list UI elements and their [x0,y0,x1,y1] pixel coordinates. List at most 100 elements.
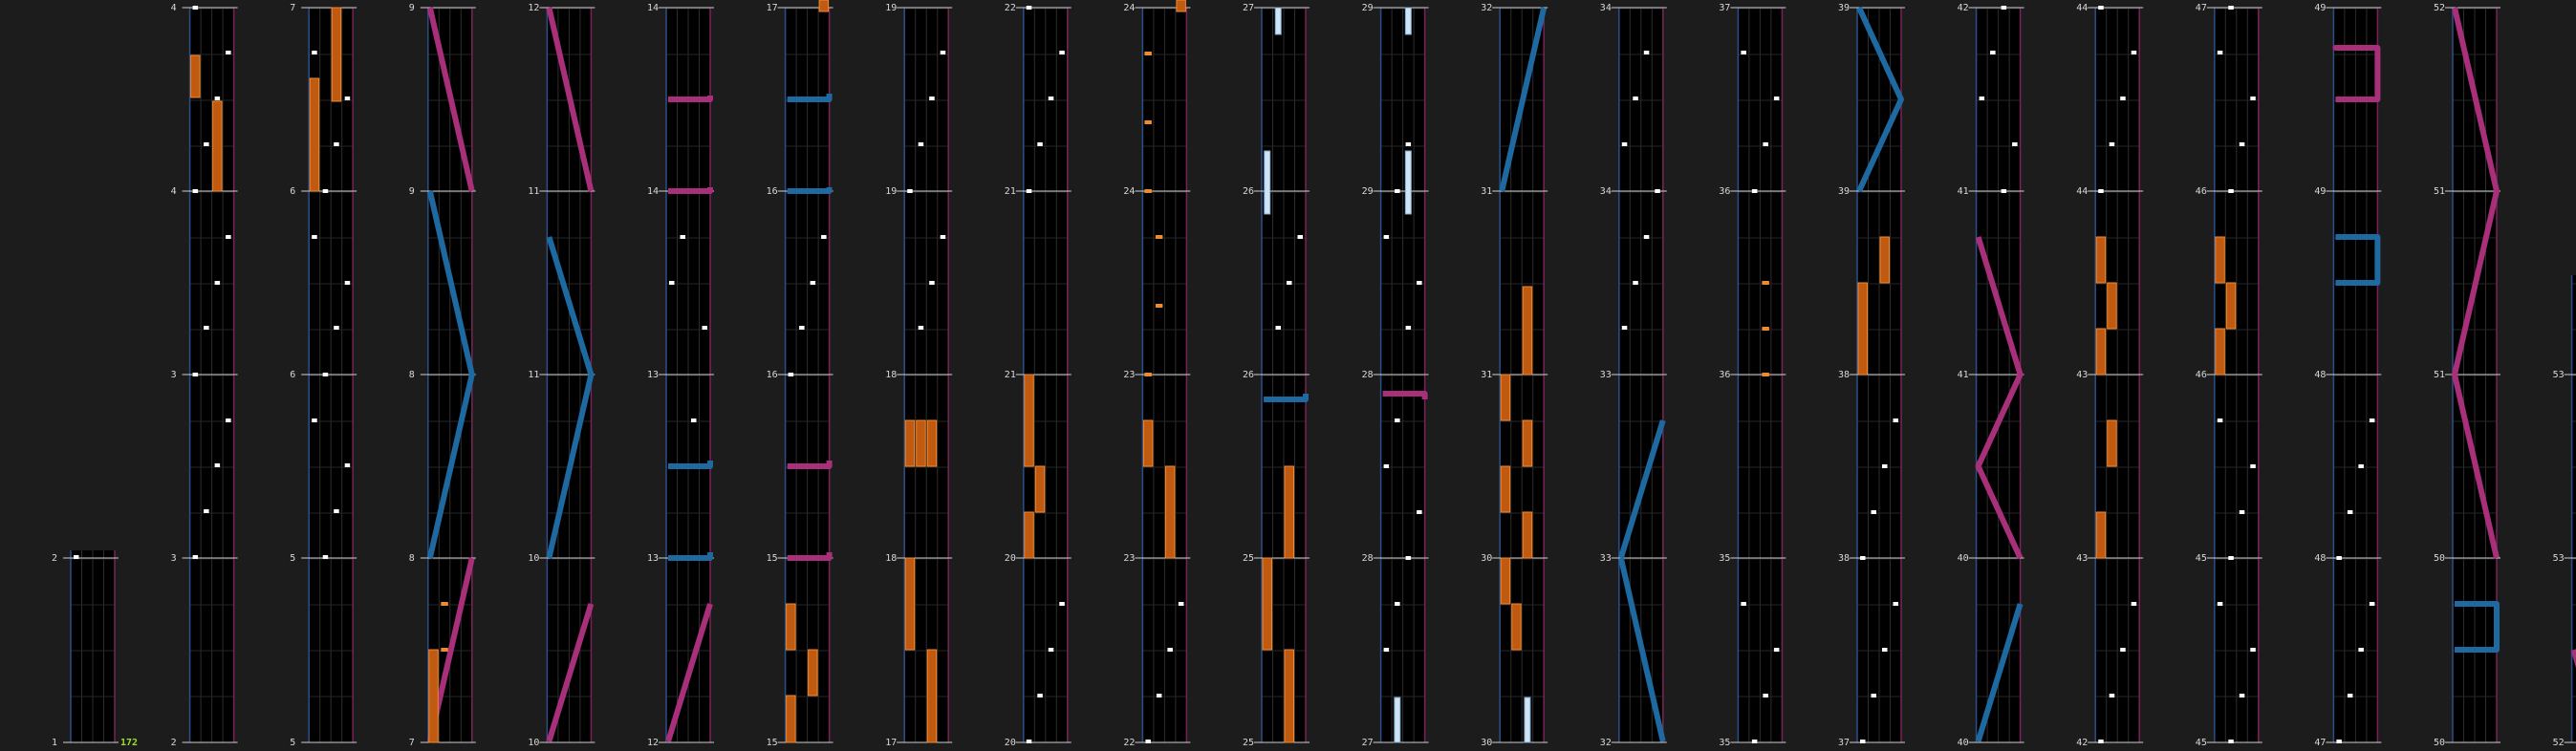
tap-note [1643,51,1650,54]
hold-note [2225,282,2237,330]
measure-number: 41 [1958,370,1969,380]
tap-note [2369,602,2375,606]
tap-note [1037,694,1043,697]
tap-note [334,326,339,330]
measure-number: 25 [1243,738,1254,748]
tap-note [1893,602,1898,606]
tap-note [1417,510,1422,514]
hold-note [2095,236,2107,284]
tap-note [2131,51,2137,54]
measure-number: 7 [409,738,415,748]
tap-note [1979,97,1985,100]
ex-note [1404,7,1412,35]
tap-note [788,373,794,376]
tap-note [1405,142,1412,146]
measure-number: 10 [528,738,539,748]
tap-note [322,189,329,193]
tap-note [1860,556,1866,560]
tap-note [1633,97,1638,100]
hold-note [904,557,916,651]
tap-note [1417,281,1422,285]
measure-number: 49 [2314,186,2326,197]
measure-number: 27 [1362,738,1374,748]
tap-note [226,418,231,422]
tap-note [2228,6,2234,10]
measure-number: 37 [1838,738,1850,748]
hold-note [1857,282,1868,376]
hold-note [331,7,342,102]
measure-number: 9 [409,186,415,197]
measure-number: 45 [2196,738,2207,748]
measure-number: 20 [1005,738,1016,748]
hold-head [1762,373,1769,376]
tap-note [1026,6,1032,10]
hold-note [2107,282,2117,330]
measure-number: 8 [409,370,415,380]
tap-note [2098,6,2104,10]
measure-number: 5 [290,553,295,564]
tap-note [204,142,209,146]
tap-note [214,463,221,467]
tap-note [2217,51,2223,54]
measure-number: 34 [1600,3,1612,13]
tap-note [344,463,351,467]
measure-number: 14 [647,186,659,197]
hold-note [1024,374,1034,467]
measure-number: 12 [647,738,659,748]
tap-note [334,142,339,146]
measure-number: 38 [1838,553,1850,564]
hold-note [786,695,796,743]
hold-head [1144,120,1152,124]
hold-head [1155,235,1163,239]
measure-number: 24 [1123,3,1135,13]
measure-number: 44 [2076,3,2088,13]
tap-note [1167,648,1173,652]
hold-note [1024,511,1034,559]
hold-note [1500,557,1511,605]
tap-note [1751,740,1758,743]
measure-number: 31 [1481,370,1492,380]
measure-number: 8 [409,553,415,564]
measure-number: 20 [1005,553,1016,564]
tap-note [2109,142,2115,146]
hold-note [2215,236,2225,284]
measure-number: 30 [1481,738,1492,748]
tap-note [1763,142,1768,146]
measure-number: 47 [2196,3,2207,13]
tap-note [192,189,199,193]
tap-note [2098,740,2104,743]
tap-note [2239,694,2245,697]
tap-note [702,326,707,330]
tap-note [214,281,221,285]
measure-number: 44 [2076,186,2088,197]
hold-note [1511,603,1522,651]
tap-note [2098,189,2104,193]
tap-note [1860,740,1866,743]
hold-head [1762,327,1769,331]
hold-note [1500,465,1511,513]
hold-head [441,602,448,606]
measure-number: 39 [1838,3,1850,13]
tap-note [192,6,199,10]
tap-note [2250,97,2256,100]
measure-number: 29 [1362,186,1374,197]
measure-number: 48 [2314,553,2326,564]
hold-head [1144,189,1152,193]
measure-number: 50 [2434,738,2445,748]
measure-number: 23 [1123,553,1135,564]
measure-number: 46 [2196,186,2207,197]
tap-note [1059,51,1065,54]
measure-number: 23 [1123,370,1135,380]
tap-note [2001,6,2007,10]
hold-note [1034,465,1046,513]
measure-number: 11 [528,186,539,197]
tap-note [1048,648,1054,652]
measure-number: 30 [1481,553,1492,564]
hold-note [428,649,439,743]
tap-note [1882,464,1888,468]
tap-note [1026,189,1032,193]
hold-note [2095,511,2107,559]
tap-note [226,51,231,54]
measure-number: 49 [2314,3,2326,13]
tap-note [2228,189,2234,193]
